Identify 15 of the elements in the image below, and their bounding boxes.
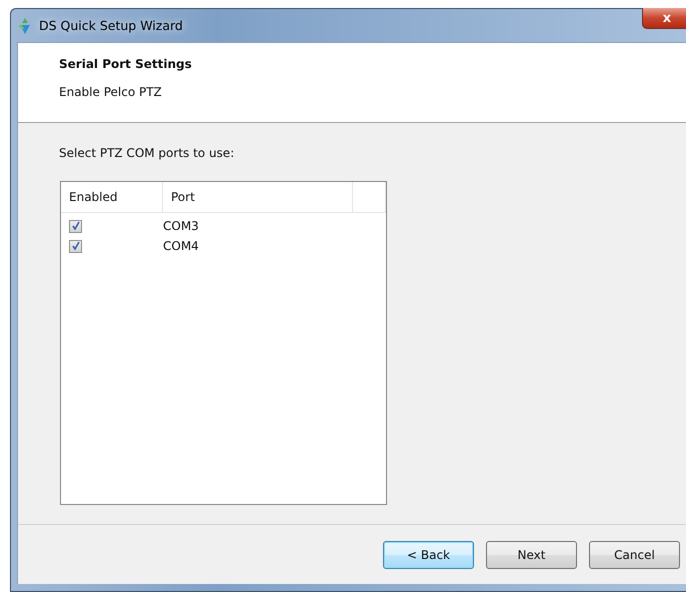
port-name: COM3 [163, 219, 200, 233]
wizard-button[interactable]: Cancel [589, 540, 680, 568]
window-title: DS Quick Setup Wizard [39, 18, 183, 33]
port-name: COM4 [163, 239, 200, 253]
column-header[interactable]: Port [163, 182, 353, 212]
app-logo-icon [17, 16, 33, 34]
wizard-button[interactable]: < Back [383, 540, 474, 568]
page-subtitle: Enable Pelco PTZ [59, 85, 163, 99]
checkbox[interactable] [69, 220, 82, 232]
wizard-button[interactable]: Next [486, 540, 577, 568]
page-title: Serial Port Settings [59, 57, 193, 71]
checkbox[interactable] [69, 240, 82, 252]
instruction-text: Select PTZ COM ports to use: [59, 146, 236, 160]
column-header[interactable]: Enabled [61, 182, 163, 212]
close-button[interactable]: x [642, 8, 686, 29]
